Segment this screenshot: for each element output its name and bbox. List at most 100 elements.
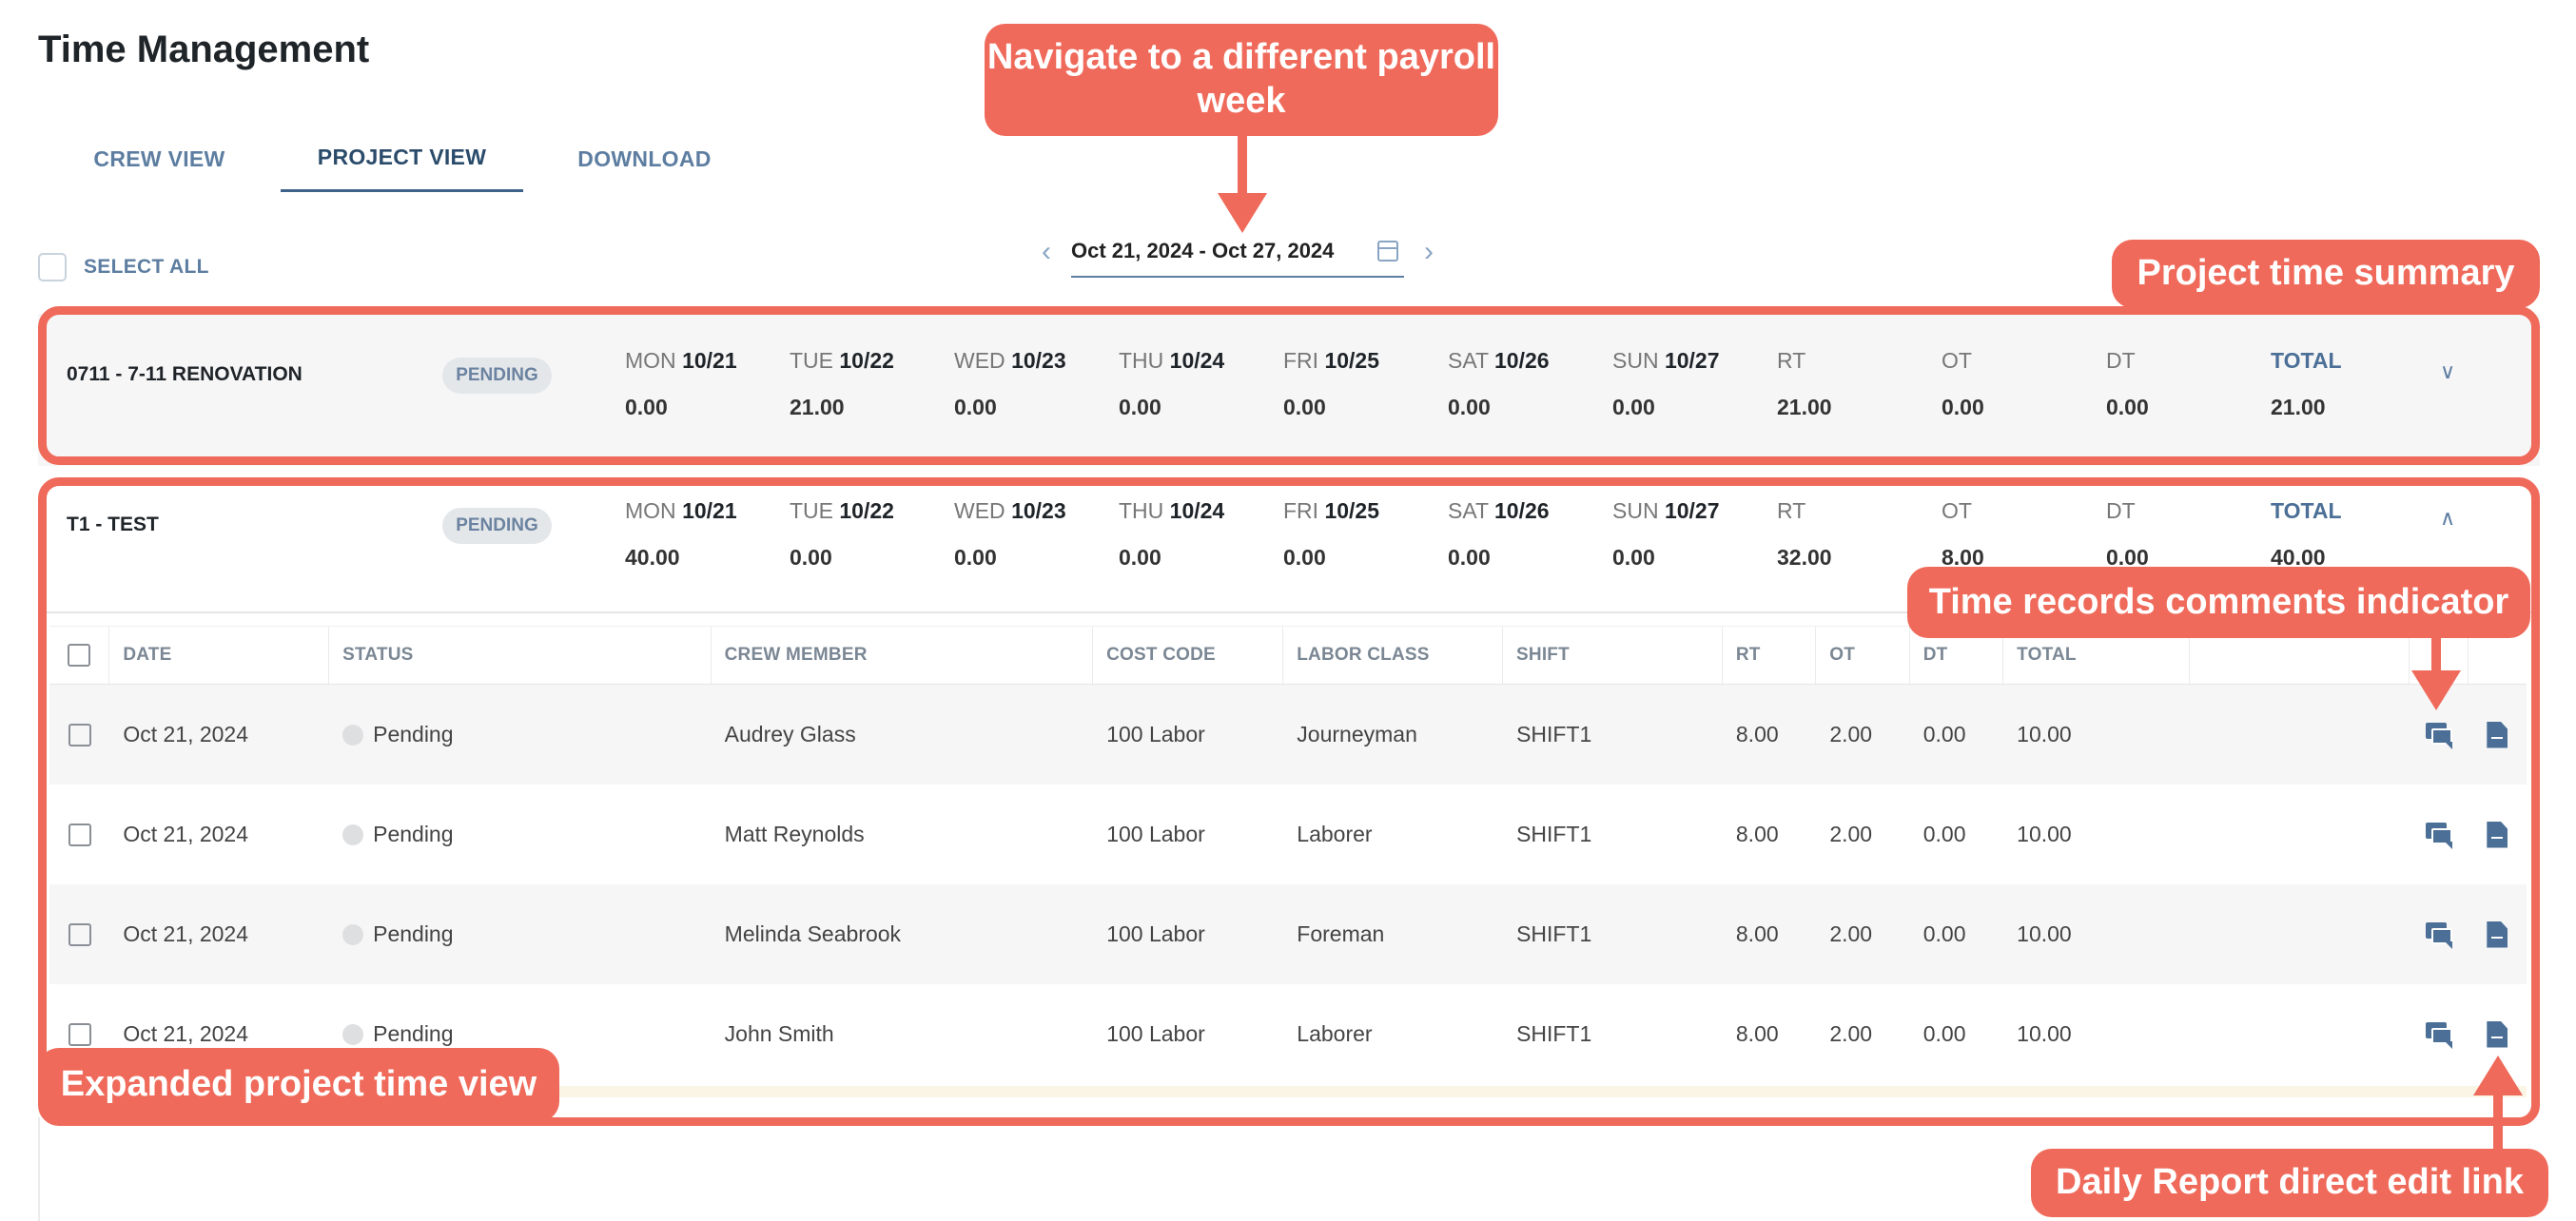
- document-icon[interactable]: [2487, 721, 2508, 748]
- cell-status: Pending: [329, 722, 712, 747]
- annotation-navigate-week: Navigate to a different payroll week: [985, 24, 1498, 136]
- select-all[interactable]: SELECT ALL: [38, 253, 209, 281]
- cell-status: Pending: [329, 1021, 712, 1047]
- day-value: 0.00: [1283, 395, 1326, 419]
- document-icon[interactable]: [2487, 921, 2508, 948]
- cell-labor-class: Laborer: [1297, 822, 1373, 846]
- select-all-checkbox[interactable]: [38, 253, 67, 281]
- day-col-sun: SUN 10/27 0.00: [1612, 498, 1774, 571]
- day-col-tue: TUE 10/22 21.00: [790, 348, 951, 420]
- annotation-expanded-view: Expanded project time view: [38, 1048, 559, 1122]
- annotation-arrow-head: [2473, 1056, 2523, 1095]
- day-value: 0.00: [625, 395, 668, 419]
- cell-cost-code: 100 Labor: [1106, 722, 1205, 746]
- status-dot-icon: [342, 1023, 364, 1045]
- day-value: 40.00: [625, 545, 680, 570]
- cell-total: 10.00: [2017, 1021, 2072, 1046]
- day-col-sat: SAT 10/26 0.00: [1448, 348, 1610, 420]
- col-header-rt[interactable]: RT: [1723, 627, 1817, 684]
- comment-icon[interactable]: [2425, 822, 2452, 849]
- status-dot-icon: [342, 824, 364, 845]
- col-header-status[interactable]: STATUS: [329, 627, 712, 684]
- select-all-rows-checkbox[interactable]: [68, 644, 91, 667]
- col-header-date[interactable]: DATE: [109, 627, 330, 684]
- day-value: 0.00: [954, 395, 997, 419]
- day-col-thu: THU 10/24 0.00: [1119, 498, 1280, 571]
- document-icon[interactable]: [2487, 821, 2508, 848]
- tab-crew-view[interactable]: CREW VIEW: [38, 126, 281, 192]
- week-navigator: ‹ Oct 21, 2024 - Oct 27, 2024 ›: [1027, 226, 1448, 278]
- cell-dt: 0.00: [1922, 822, 1966, 846]
- row-checkbox[interactable]: [68, 723, 91, 746]
- cell-dt: 0.00: [1922, 722, 1966, 746]
- select-all-label: SELECT ALL: [84, 256, 209, 278]
- day-value: 0.00: [1283, 545, 1326, 570]
- cell-status: Pending: [329, 822, 712, 847]
- col-header-ot[interactable]: OT: [1816, 627, 1910, 684]
- total-value: 21.00: [2271, 395, 2326, 419]
- row-checkbox[interactable]: [68, 1022, 91, 1046]
- col-header-cost-code[interactable]: COST CODE: [1093, 627, 1284, 684]
- cell-shift: SHIFT1: [1516, 921, 1592, 946]
- project-summary-row[interactable]: 0711 - 7-11 RENOVATION PENDING MON 10/21…: [38, 314, 2540, 466]
- chevron-up-icon[interactable]: ∧: [2440, 506, 2455, 531]
- comment-icon[interactable]: [2425, 921, 2452, 949]
- status-dot-icon: [342, 724, 364, 746]
- day-value: 0.00: [1448, 395, 1491, 419]
- cell-shift: SHIFT1: [1516, 1021, 1592, 1046]
- table-row[interactable]: Oct 21, 2024 Pending Audrey Glass 100 La…: [49, 685, 2527, 785]
- cell-rt: 8.00: [1735, 921, 1779, 946]
- col-header-labor-class[interactable]: LABOR CLASS: [1283, 627, 1504, 684]
- chevron-left-icon[interactable]: ‹: [1027, 236, 1065, 268]
- row-checkbox[interactable]: [68, 823, 91, 846]
- day-col-fri: FRI 10/25 0.00: [1283, 348, 1445, 420]
- day-value: 0.00: [1612, 395, 1655, 419]
- cell-labor-class: Laborer: [1297, 1021, 1373, 1046]
- day-col-wed: WED 10/23 0.00: [954, 498, 1116, 571]
- cell-date: Oct 21, 2024: [123, 1021, 249, 1046]
- status-badge: PENDING: [442, 358, 552, 394]
- annotation-arrow-shaft: [2431, 638, 2441, 672]
- table-body: Oct 21, 2024 Pending Audrey Glass 100 La…: [49, 685, 2527, 1084]
- table-row[interactable]: Oct 21, 2024 Pending Melinda Seabrook 10…: [49, 884, 2527, 984]
- col-header-crew-member[interactable]: CREW MEMBER: [712, 627, 1094, 684]
- header-checkbox-cell: [49, 627, 110, 684]
- annotation-comments-indicator: Time records comments indicator: [1907, 567, 2530, 638]
- cell-status: Pending: [329, 921, 712, 947]
- chevron-down-icon[interactable]: ∨: [2440, 359, 2455, 384]
- comment-icon[interactable]: [2425, 722, 2452, 749]
- cell-ot: 2.00: [1829, 921, 1873, 946]
- ot-value: 0.00: [1942, 395, 1984, 419]
- tab-download[interactable]: DOWNLOAD: [523, 126, 766, 192]
- total-col: TOTAL 21.00: [2271, 348, 2432, 420]
- comment-icon[interactable]: [2425, 1021, 2452, 1049]
- cell-shift: SHIFT1: [1516, 822, 1592, 846]
- cell-dt: 0.00: [1922, 1021, 1966, 1046]
- annotation-project-summary: Project time summary: [2112, 240, 2540, 308]
- col-header-shift[interactable]: SHIFT: [1503, 627, 1723, 684]
- day-col-mon: MON 10/21 0.00: [625, 348, 787, 420]
- project-name: 0711 - 7-11 RENOVATION: [67, 363, 302, 385]
- cell-crew-member: Matt Reynolds: [724, 822, 865, 846]
- day-value: 0.00: [954, 545, 997, 570]
- chevron-right-icon[interactable]: ›: [1410, 236, 1448, 268]
- cell-shift: SHIFT1: [1516, 722, 1592, 746]
- total-col: TOTAL 40.00: [2271, 498, 2432, 571]
- annotation-daily-report: Daily Report direct edit link: [2031, 1149, 2548, 1217]
- day-value: 0.00: [1448, 545, 1491, 570]
- day-value: 0.00: [1119, 395, 1161, 419]
- rt-value: 32.00: [1777, 545, 1832, 570]
- row-checkbox[interactable]: [68, 922, 91, 946]
- tab-project-view[interactable]: PROJECT VIEW: [281, 126, 523, 192]
- status-badge: PENDING: [442, 508, 552, 544]
- page-title: Time Management: [38, 29, 370, 70]
- cell-rt: 8.00: [1735, 1021, 1779, 1046]
- document-icon[interactable]: [2487, 1020, 2508, 1048]
- cell-ot: 2.00: [1829, 722, 1873, 746]
- week-date-field[interactable]: Oct 21, 2024 - Oct 27, 2024: [1071, 226, 1404, 278]
- table-row[interactable]: Oct 21, 2024 Pending Matt Reynolds 100 L…: [49, 785, 2527, 884]
- cell-cost-code: 100 Labor: [1106, 822, 1205, 846]
- status-dot-icon: [342, 923, 364, 945]
- annotation-arrow-head: [1218, 193, 1267, 233]
- calendar-icon[interactable]: [1377, 241, 1398, 262]
